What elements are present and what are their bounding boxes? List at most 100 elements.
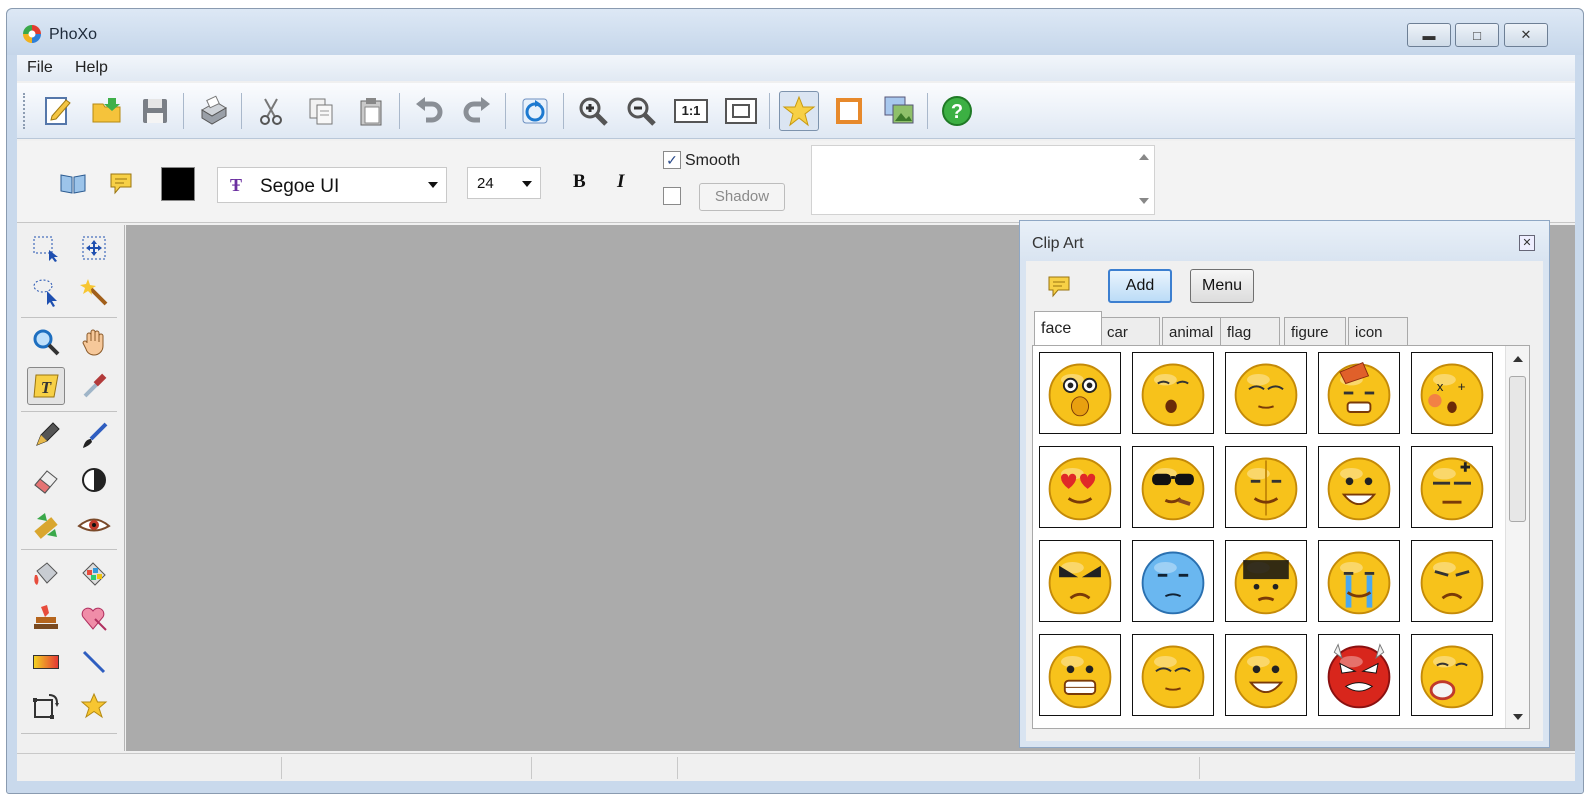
scroll-thumb[interactable]	[1509, 376, 1526, 522]
menu-help[interactable]: Help	[75, 59, 108, 77]
smooth-label: Smooth	[685, 152, 741, 169]
cutout-tool[interactable]	[75, 599, 113, 637]
maximize-button[interactable]: □	[1455, 23, 1499, 47]
text-input-area[interactable]	[811, 145, 1155, 215]
font-size-value: 24	[477, 175, 494, 192]
clipart-item-dizzy[interactable]: x +	[1411, 352, 1493, 434]
hand-tool[interactable]	[75, 323, 113, 361]
clipart-item-cold[interactable]	[1132, 540, 1214, 622]
zoom-tool[interactable]	[27, 323, 65, 361]
stamp-tool[interactable]	[27, 599, 65, 637]
close-button[interactable]: ✕	[1504, 23, 1548, 47]
tab-flag[interactable]: flag	[1220, 317, 1280, 345]
eraser-tool[interactable]	[27, 461, 65, 499]
clipart-body: Add Menu face car animal flag figure ico…	[1026, 261, 1543, 741]
clipart-item-split[interactable]	[1225, 446, 1307, 528]
help-button[interactable]: ?	[937, 91, 977, 131]
print-button[interactable]	[193, 91, 233, 131]
new-button[interactable]	[37, 91, 77, 131]
svg-text:T: T	[41, 378, 52, 397]
menu-file[interactable]: File	[27, 59, 53, 77]
shadow-button[interactable]: Shadow	[699, 183, 785, 211]
gallery-button[interactable]	[879, 91, 919, 131]
clipart-item-yawn[interactable]	[1132, 352, 1214, 434]
clipart-item-sign[interactable]	[1225, 540, 1307, 622]
text-color-swatch[interactable]	[161, 167, 195, 201]
clipart-menu-button[interactable]: Menu	[1190, 269, 1254, 303]
clipart-item-shock[interactable]	[1039, 352, 1121, 434]
text-tool[interactable]: T	[27, 367, 65, 405]
clipart-tool[interactable]	[75, 687, 113, 725]
line-tool[interactable]	[75, 643, 113, 681]
zoom-out-button[interactable]	[621, 91, 661, 131]
move-tool[interactable]	[75, 229, 113, 267]
tab-figure[interactable]: figure	[1284, 317, 1346, 345]
cut-button[interactable]	[251, 91, 291, 131]
clipart-scrollbar[interactable]	[1505, 346, 1529, 728]
text-balloon-button[interactable]	[101, 163, 141, 203]
emoticon-furious-icon	[1048, 551, 1112, 615]
shadow-checkbox[interactable]	[663, 187, 681, 205]
minimize-button[interactable]: ▬	[1407, 23, 1451, 47]
paste-button[interactable]	[351, 91, 391, 131]
transform-tool[interactable]	[27, 687, 65, 725]
tool-separator	[21, 411, 117, 412]
clipart-item-eat[interactable]	[1411, 634, 1493, 716]
clipart-item-sleepy[interactable]	[1225, 352, 1307, 434]
text-preset-button[interactable]	[53, 163, 93, 203]
frame-button[interactable]	[829, 91, 869, 131]
open-button[interactable]	[87, 91, 127, 131]
clipart-item-grimace[interactable]	[1039, 634, 1121, 716]
text-area-scrollbar[interactable]	[1134, 146, 1154, 214]
clipart-item-grin[interactable]	[1318, 446, 1400, 528]
redo-button[interactable]	[457, 91, 497, 131]
red-eye-tool[interactable]	[75, 505, 113, 543]
clipart-item-love[interactable]	[1039, 446, 1121, 528]
clipart-item-angry-mark[interactable]	[1411, 446, 1493, 528]
zoom-in-button[interactable]	[573, 91, 613, 131]
font-size-select[interactable]: 24	[467, 167, 541, 199]
gradient-tool[interactable]	[27, 643, 65, 681]
tab-animal[interactable]: animal	[1162, 317, 1222, 345]
fill-tool[interactable]	[27, 555, 65, 593]
clipart-item-drool[interactable]	[1132, 634, 1214, 716]
pen-tool[interactable]	[27, 417, 65, 455]
eyedropper-tool[interactable]	[75, 367, 113, 405]
clipart-item-sad[interactable]	[1411, 540, 1493, 622]
tab-icon[interactable]: icon	[1348, 317, 1408, 345]
clipart-item-laugh[interactable]	[1225, 634, 1307, 716]
paint-bucket-icon	[34, 562, 58, 585]
clipart-item-devil[interactable]	[1318, 634, 1400, 716]
brush-tool[interactable]	[75, 417, 113, 455]
copy-button[interactable]	[301, 91, 341, 131]
clipart-button[interactable]	[779, 91, 819, 131]
scroll-down-icon	[1139, 198, 1149, 204]
clipart-item-cool[interactable]	[1132, 446, 1214, 528]
actual-size-button[interactable]: 1:1	[671, 91, 711, 131]
tab-face[interactable]: face	[1034, 311, 1102, 345]
clone-tool[interactable]	[27, 505, 65, 543]
tab-car[interactable]: car	[1100, 317, 1160, 345]
toolbar-grip[interactable]	[23, 93, 27, 129]
undo-button[interactable]	[409, 91, 449, 131]
clipart-item-cry[interactable]	[1318, 540, 1400, 622]
fit-window-button[interactable]	[721, 91, 761, 131]
color-fill-tool[interactable]	[75, 555, 113, 593]
save-button[interactable]	[135, 91, 175, 131]
clipart-panel: Clip Art ✕ Add Menu face car animal flag…	[1019, 220, 1550, 748]
font-family-select[interactable]: Ŧ Segoe UI	[217, 167, 447, 203]
contrast-tool[interactable]	[75, 461, 113, 499]
clipart-add-button[interactable]: Add	[1108, 269, 1172, 303]
clipart-item-furious[interactable]	[1039, 540, 1121, 622]
italic-button[interactable]: I	[617, 171, 624, 193]
clipart-close-button[interactable]: ✕	[1519, 235, 1535, 251]
save-icon	[143, 99, 167, 123]
smooth-checkbox[interactable]: ✓	[663, 151, 681, 169]
magic-wand-tool[interactable]	[75, 273, 113, 311]
clipart-item-hit[interactable]	[1318, 352, 1400, 434]
rect-select-tool[interactable]	[27, 229, 65, 267]
refresh-button[interactable]	[515, 91, 555, 131]
lasso-tool[interactable]	[27, 273, 65, 311]
bold-button[interactable]: B	[573, 171, 586, 193]
eye-icon	[77, 518, 111, 532]
